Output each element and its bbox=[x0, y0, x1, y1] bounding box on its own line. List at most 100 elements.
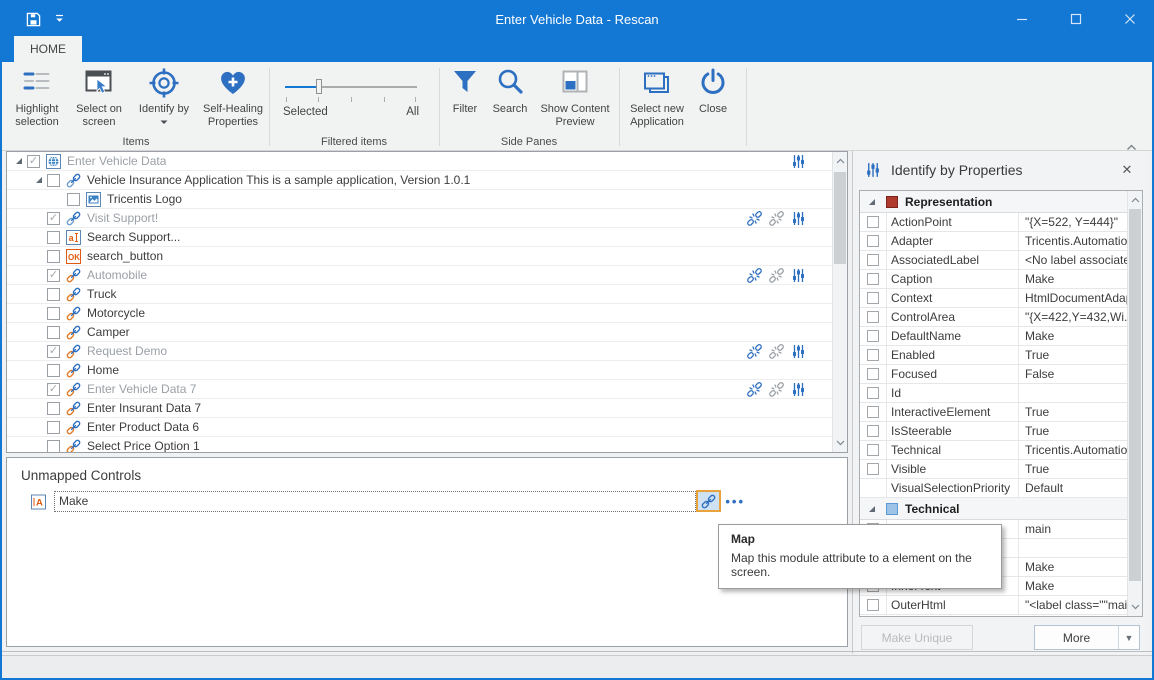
tree-item-vehicle-insurance-application-this-is-a-[interactable]: Vehicle Insurance Application This is a … bbox=[7, 171, 832, 190]
property-group-representation[interactable]: Representation bbox=[860, 191, 1127, 213]
property-checkbox[interactable] bbox=[867, 330, 879, 342]
property-checkbox[interactable] bbox=[867, 292, 879, 304]
break-link-blue-icon[interactable] bbox=[747, 211, 762, 226]
identify-by-properties-icon[interactable] bbox=[791, 211, 806, 226]
close-button[interactable]: Close bbox=[691, 67, 735, 116]
tree-item-checkbox[interactable] bbox=[47, 421, 60, 434]
filter-button[interactable]: Filter bbox=[445, 67, 485, 116]
property-row-outerhtml[interactable]: OuterHtml"<label class=""mai bbox=[860, 596, 1127, 615]
unmapped-row-make[interactable]: A Make ••• bbox=[31, 490, 841, 512]
break-link-blue-icon[interactable] bbox=[747, 382, 762, 397]
tree-item-search-support[interactable]: aSearch Support... bbox=[7, 228, 832, 247]
expander-icon[interactable] bbox=[866, 506, 878, 512]
tree-item-checkbox[interactable] bbox=[47, 326, 60, 339]
tree-item-enter-vehicle-data-7[interactable]: Enter Vehicle Data 7 bbox=[7, 380, 832, 399]
identify-by-properties-icon[interactable] bbox=[791, 154, 806, 169]
tree-scrollbar[interactable] bbox=[832, 152, 847, 452]
property-row-visible[interactable]: VisibleTrue bbox=[860, 460, 1127, 479]
tree-item-checkbox[interactable] bbox=[27, 155, 40, 168]
break-link-blue-icon[interactable] bbox=[747, 268, 762, 283]
property-checkbox[interactable] bbox=[867, 387, 879, 399]
tree-item-truck[interactable]: Truck bbox=[7, 285, 832, 304]
tree-item-automobile[interactable]: Automobile bbox=[7, 266, 832, 285]
close-window-button[interactable] bbox=[1118, 7, 1142, 31]
property-row-interactiveelement[interactable]: InteractiveElementTrue bbox=[860, 403, 1127, 422]
identify-by-dropdown-caret-icon[interactable] bbox=[160, 116, 168, 128]
tree-item-tricentis-logo[interactable]: Tricentis Logo bbox=[7, 190, 832, 209]
search-button[interactable]: Search bbox=[487, 67, 533, 116]
property-checkbox[interactable] bbox=[867, 311, 879, 323]
tree-item-camper[interactable]: Camper bbox=[7, 323, 832, 342]
property-checkbox[interactable] bbox=[867, 368, 879, 380]
property-row-associatedlabel[interactable]: AssociatedLabel<No label associate... bbox=[860, 251, 1127, 270]
break-link-gray-icon[interactable] bbox=[769, 268, 784, 283]
identify-by-properties-icon[interactable] bbox=[791, 382, 806, 397]
tree-item-checkbox[interactable] bbox=[47, 212, 60, 225]
property-row-actionpoint[interactable]: ActionPoint"{X=522, Y=444}" bbox=[860, 213, 1127, 232]
tree-item-checkbox[interactable] bbox=[47, 174, 60, 187]
property-checkbox[interactable] bbox=[867, 254, 879, 266]
break-link-blue-icon[interactable] bbox=[747, 344, 762, 359]
tree-item-checkbox[interactable] bbox=[47, 345, 60, 358]
property-checkbox[interactable] bbox=[867, 463, 879, 475]
tree-item-checkbox[interactable] bbox=[47, 231, 60, 244]
property-row-controlarea[interactable]: ControlArea"{X=422,Y=432,Wi... bbox=[860, 308, 1127, 327]
properties-scrollbar-thumb[interactable] bbox=[1129, 209, 1141, 581]
scroll-up-icon[interactable] bbox=[833, 153, 847, 169]
tree-item-motorcycle[interactable]: Motorcycle bbox=[7, 304, 832, 323]
tree-item-home[interactable]: Home bbox=[7, 361, 832, 380]
minimize-button[interactable] bbox=[1010, 7, 1034, 31]
highlight-selection-button[interactable]: Highlight selection bbox=[8, 67, 66, 129]
break-link-gray-icon[interactable] bbox=[769, 211, 784, 226]
property-checkbox[interactable] bbox=[867, 349, 879, 361]
tree-scrollbar-thumb[interactable] bbox=[834, 172, 846, 264]
break-link-gray-icon[interactable] bbox=[769, 382, 784, 397]
properties-scrollbar[interactable] bbox=[1127, 191, 1142, 616]
tree-item-checkbox[interactable] bbox=[47, 269, 60, 282]
tree-item-checkbox[interactable] bbox=[47, 383, 60, 396]
filtered-items-slider[interactable]: Selected All bbox=[283, 76, 419, 138]
tree-item-enter-insurant-data-7[interactable]: Enter Insurant Data 7 bbox=[7, 399, 832, 418]
property-row-enabled[interactable]: EnabledTrue bbox=[860, 346, 1127, 365]
tree-item-checkbox[interactable] bbox=[47, 307, 60, 320]
break-link-gray-icon[interactable] bbox=[769, 344, 784, 359]
more-actions-ellipsis[interactable]: ••• bbox=[725, 494, 745, 509]
identify-by-properties-icon[interactable] bbox=[791, 344, 806, 359]
close-panel-icon[interactable]: ✕ bbox=[1118, 162, 1136, 178]
tree-item-checkbox[interactable] bbox=[47, 288, 60, 301]
expander-icon[interactable] bbox=[33, 177, 45, 183]
property-checkbox[interactable] bbox=[867, 406, 879, 418]
show-content-preview-button[interactable]: Show Content Preview bbox=[533, 67, 617, 129]
property-row-focused[interactable]: FocusedFalse bbox=[860, 365, 1127, 384]
property-group-technical[interactable]: Technical bbox=[860, 498, 1127, 520]
tree-item-visit-support[interactable]: Visit Support! bbox=[7, 209, 832, 228]
self-healing-properties-button[interactable]: Self-Healing Properties bbox=[198, 67, 268, 129]
tree-item-checkbox[interactable] bbox=[47, 250, 60, 263]
scroll-down-icon[interactable] bbox=[833, 435, 847, 451]
tree-item-search-button[interactable]: OKsearch_button bbox=[7, 247, 832, 266]
tree-item-enter-product-data-6[interactable]: Enter Product Data 6 bbox=[7, 418, 832, 437]
property-row-defaultname[interactable]: DefaultNameMake bbox=[860, 327, 1127, 346]
property-checkbox[interactable] bbox=[867, 235, 879, 247]
identify-by-properties-icon[interactable] bbox=[791, 268, 806, 283]
maximize-button[interactable] bbox=[1064, 7, 1088, 31]
select-on-screen-button[interactable]: Select on screen bbox=[68, 67, 130, 129]
tree-item-enter-vehicle-data[interactable]: Enter Vehicle Data bbox=[7, 152, 832, 171]
tab-home[interactable]: HOME bbox=[14, 36, 82, 62]
expander-icon[interactable] bbox=[866, 199, 878, 205]
qat-customize-caret-icon[interactable] bbox=[55, 14, 64, 24]
unmapped-item-cell[interactable]: Make bbox=[54, 491, 696, 512]
property-row-technical[interactable]: TechnicalTricentis.Automatio... bbox=[860, 441, 1127, 460]
property-checkbox[interactable] bbox=[867, 444, 879, 456]
property-checkbox[interactable] bbox=[867, 425, 879, 437]
tree-item-checkbox[interactable] bbox=[47, 364, 60, 377]
expander-icon[interactable] bbox=[13, 158, 25, 164]
property-row-visualselectionpriority[interactable]: VisualSelectionPriorityDefault bbox=[860, 479, 1127, 498]
tree-item-checkbox[interactable] bbox=[67, 193, 80, 206]
identify-by-button[interactable]: Identify by bbox=[132, 67, 196, 129]
tree-item-checkbox[interactable] bbox=[47, 402, 60, 415]
make-unique-button[interactable]: Make Unique bbox=[861, 625, 973, 650]
slider-thumb[interactable] bbox=[316, 79, 322, 94]
tree-item-select-price-option-1[interactable]: Select Price Option 1 bbox=[7, 437, 832, 452]
property-row-caption[interactable]: CaptionMake bbox=[860, 270, 1127, 289]
